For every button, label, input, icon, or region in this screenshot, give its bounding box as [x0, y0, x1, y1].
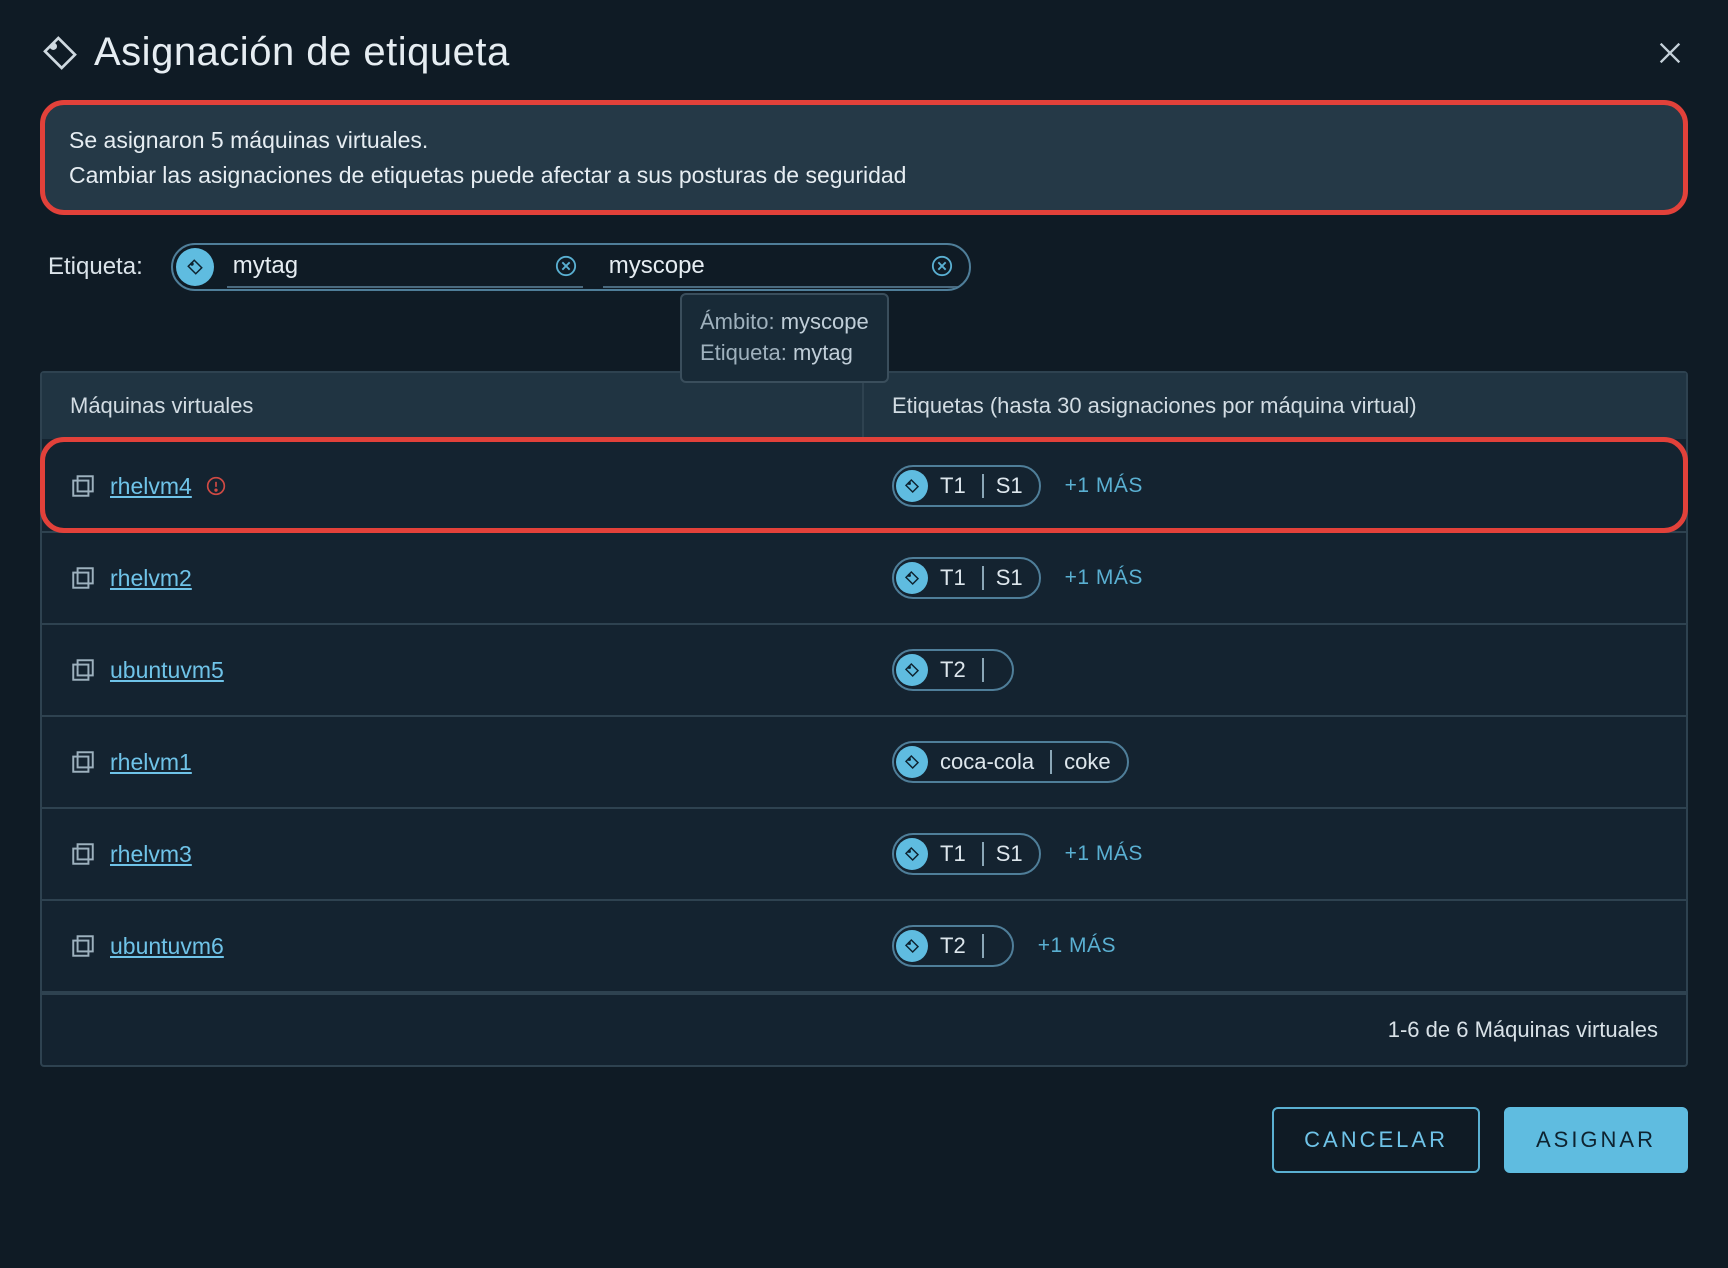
tag-icon	[176, 248, 214, 286]
vm-icon	[70, 565, 96, 591]
more-tags-link[interactable]: +1 MÁS	[1038, 934, 1116, 958]
tag-tooltip: Ámbito: myscope Etiqueta: mytag	[680, 293, 889, 383]
close-button[interactable]	[1652, 35, 1688, 71]
tag-editor-label: Etiqueta:	[48, 253, 143, 281]
cell-vm: ubuntuvm6	[42, 901, 864, 991]
cell-vm: rhelvm4	[42, 441, 864, 531]
scope-value-input-wrap	[603, 246, 959, 288]
chip-separator	[982, 474, 984, 498]
vm-icon	[70, 749, 96, 775]
vm-link[interactable]: ubuntuvm6	[110, 933, 224, 960]
more-tags-link[interactable]: +1 MÁS	[1065, 842, 1143, 866]
cell-vm: rhelvm1	[42, 717, 864, 807]
alert-line2: Cambiar las asignaciones de etiquetas pu…	[69, 158, 1659, 193]
tag-editor-pill	[171, 243, 971, 291]
tag-chip[interactable]: T2	[892, 925, 1014, 967]
chip-separator	[982, 934, 984, 958]
cell-vm: ubuntuvm5	[42, 625, 864, 715]
table-row: rhelvm3 T1 S1 +1 MÁS	[42, 807, 1686, 899]
chip-scope-text: S1	[996, 841, 1037, 867]
clear-tag-button[interactable]	[549, 255, 583, 277]
table-row: ubuntuvm5 T2	[42, 623, 1686, 715]
chip-separator	[982, 842, 984, 866]
tag-chip[interactable]: T1 S1	[892, 833, 1041, 875]
alert-box: Se asignaron 5 máquinas virtuales. Cambi…	[40, 100, 1688, 215]
tooltip-tag-value: mytag	[793, 340, 853, 365]
vm-link[interactable]: ubuntuvm5	[110, 657, 224, 684]
cell-tags: coca-cola coke	[864, 717, 1686, 807]
tag-icon	[896, 562, 928, 594]
vm-link[interactable]: rhelvm4	[110, 473, 192, 500]
table-row: rhelvm2 T1 S1 +1 MÁS	[42, 531, 1686, 623]
tag-chip[interactable]: T2	[892, 649, 1014, 691]
chip-scope-text: S1	[996, 565, 1037, 591]
dialog-footer: CANCELAR ASIGNAR	[40, 1107, 1688, 1173]
tag-editor-row: Etiqueta:	[40, 243, 1688, 291]
chip-separator	[982, 566, 984, 590]
cell-tags: T2 +1 MÁS	[864, 901, 1686, 991]
tag-icon	[896, 930, 928, 962]
scope-value-input[interactable]	[603, 246, 925, 286]
assign-button[interactable]: ASIGNAR	[1504, 1107, 1688, 1173]
vm-icon	[70, 841, 96, 867]
th-vm: Máquinas virtuales	[42, 373, 864, 439]
cancel-button[interactable]: CANCELAR	[1272, 1107, 1480, 1173]
dialog-header: Asignación de etiqueta	[40, 20, 1688, 100]
chip-separator	[982, 658, 984, 682]
chip-scope-text: S1	[996, 473, 1037, 499]
tag-chip[interactable]: coca-cola coke	[892, 741, 1129, 783]
table-row: rhelvm1 coca-cola coke	[42, 715, 1686, 807]
tag-chip[interactable]: T1 S1	[892, 465, 1041, 507]
th-tags: Etiquetas (hasta 30 asignaciones por máq…	[864, 373, 1686, 439]
tag-icon	[896, 746, 928, 778]
cell-vm: rhelvm3	[42, 809, 864, 899]
vm-table: Máquinas virtuales Etiquetas (hasta 30 a…	[40, 371, 1688, 1067]
cell-vm: rhelvm2	[42, 533, 864, 623]
vm-link[interactable]: rhelvm3	[110, 841, 192, 868]
vm-icon	[70, 657, 96, 683]
tooltip-scope-value: myscope	[781, 309, 869, 334]
vm-icon	[70, 933, 96, 959]
clear-scope-button[interactable]	[925, 255, 959, 277]
chip-separator	[1050, 750, 1052, 774]
cell-tags: T1 S1 +1 MÁS	[864, 533, 1686, 623]
tag-icon	[896, 470, 928, 502]
tag-icon	[896, 838, 928, 870]
chip-tag-text: T2	[936, 653, 970, 687]
cell-tags: T2	[864, 625, 1686, 715]
tag-value-input[interactable]	[227, 246, 549, 286]
alert-line1: Se asignaron 5 máquinas virtuales.	[69, 123, 1659, 158]
tag-icon	[896, 654, 928, 686]
chip-tag-text: T1	[936, 561, 970, 595]
table-row: ubuntuvm6 T2 +1 MÁS	[42, 899, 1686, 991]
tag-chip[interactable]: T1 S1	[892, 557, 1041, 599]
chip-scope-text: coke	[1064, 749, 1124, 775]
tag-icon	[40, 33, 80, 73]
dialog-title: Asignación de etiqueta	[94, 30, 510, 75]
cell-tags: T1 S1 +1 MÁS	[864, 809, 1686, 899]
vm-icon	[70, 473, 96, 499]
vm-link[interactable]: rhelvm1	[110, 749, 192, 776]
chip-tag-text: coca-cola	[936, 745, 1038, 779]
table-row: rhelvm4 T1 S1 +1 MÁS	[42, 439, 1686, 531]
table-footer: 1-6 de 6 Máquinas virtuales	[42, 991, 1686, 1065]
chip-tag-text: T1	[936, 837, 970, 871]
tooltip-scope-label: Ámbito:	[700, 309, 775, 334]
chip-tag-text: T2	[936, 929, 970, 963]
more-tags-link[interactable]: +1 MÁS	[1065, 474, 1143, 498]
tag-value-input-wrap	[227, 246, 583, 288]
more-tags-link[interactable]: +1 MÁS	[1065, 566, 1143, 590]
table-header: Máquinas virtuales Etiquetas (hasta 30 a…	[42, 373, 1686, 439]
tooltip-tag-label: Etiqueta:	[700, 340, 787, 365]
tag-assignment-dialog: Asignación de etiqueta Se asignaron 5 má…	[0, 0, 1728, 1268]
vm-link[interactable]: rhelvm2	[110, 565, 192, 592]
chip-tag-text: T1	[936, 469, 970, 503]
alert-icon	[206, 476, 226, 496]
cell-tags: T1 S1 +1 MÁS	[864, 441, 1686, 531]
dialog-title-wrap: Asignación de etiqueta	[40, 30, 510, 75]
